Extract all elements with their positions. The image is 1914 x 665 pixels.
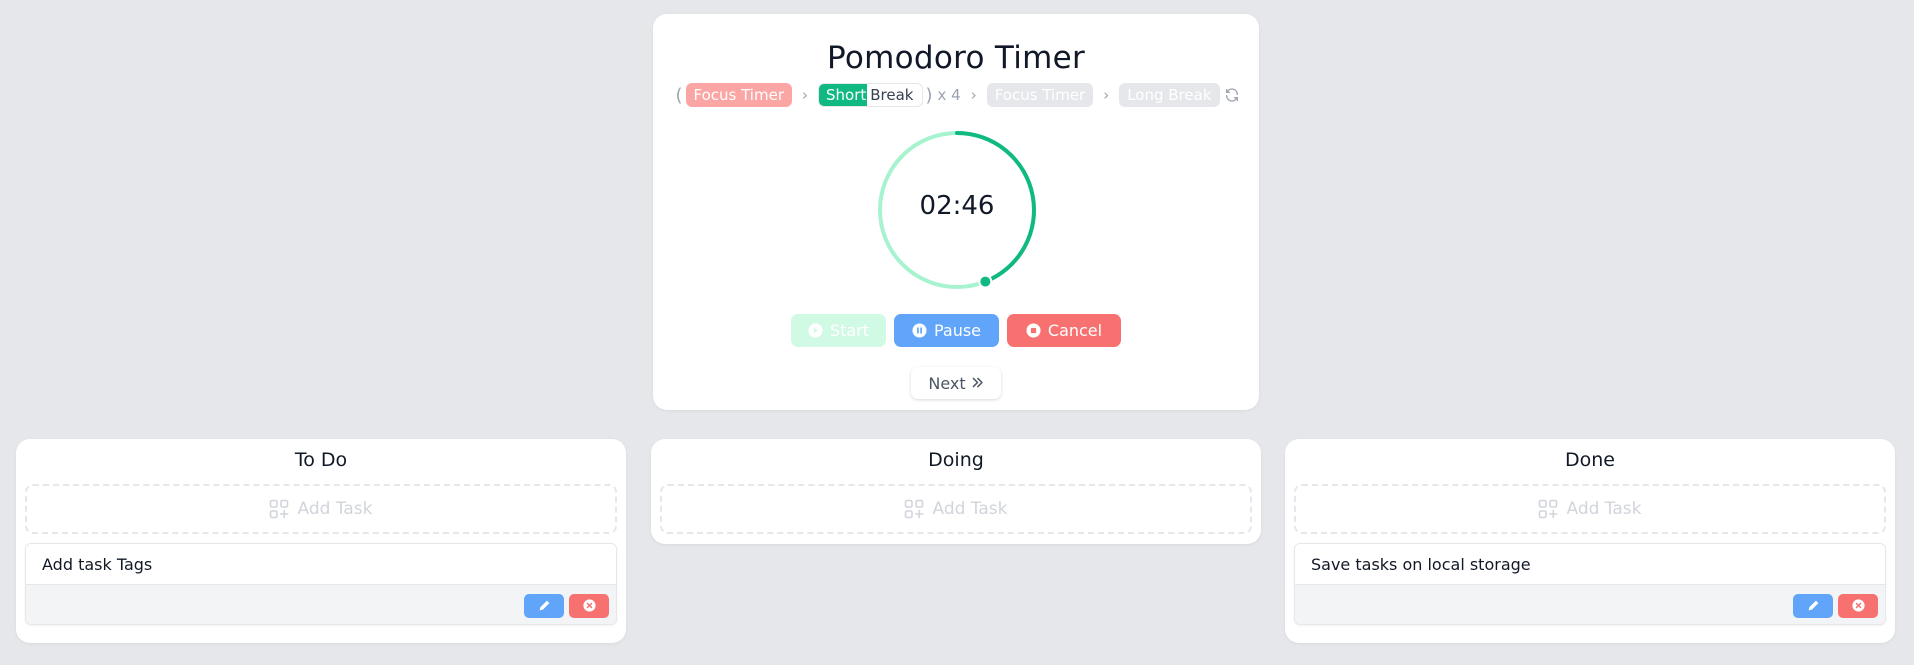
edit-task-button[interactable]	[524, 593, 564, 618]
add-task-button[interactable]: Add Task	[1294, 484, 1886, 534]
phase-chip-long-break: Long Break	[1119, 83, 1220, 107]
column-title: Done	[1565, 449, 1615, 471]
add-task-label: Add Task	[297, 499, 373, 519]
column-done: Done Add Task Save tasks on local storag…	[1285, 439, 1895, 643]
add-task-button[interactable]: Add Task	[660, 484, 1252, 534]
play-circle-icon	[808, 323, 823, 338]
time-display: 02:46	[919, 191, 995, 221]
edit-task-button[interactable]	[1793, 593, 1833, 618]
refresh-icon[interactable]	[1224, 87, 1240, 103]
delete-task-button[interactable]	[1838, 593, 1878, 618]
task-card[interactable]: Save tasks on local storage	[1294, 543, 1886, 625]
start-button[interactable]: Start	[791, 314, 886, 347]
next-button[interactable]: Next	[911, 367, 1001, 399]
phase-chip-focus-timer: Focus Timer	[685, 83, 792, 107]
timer-controls: Start Pause Cancel	[653, 314, 1259, 347]
phase-separator: ›	[1103, 86, 1110, 104]
timer-title: Pomodoro Timer	[826, 40, 1086, 76]
phase-chip-break-label: Break	[870, 86, 914, 104]
phase-chip-short-label: Short	[825, 86, 867, 104]
add-task-button[interactable]: Add Task	[25, 484, 617, 534]
add-grid-icon	[904, 499, 925, 519]
phase-repeat-count: x 4	[937, 86, 961, 104]
column-title: Doing	[928, 449, 984, 471]
close-circle-icon	[582, 599, 596, 612]
add-task-label: Add Task	[1566, 499, 1642, 519]
pencil-icon	[539, 600, 549, 611]
add-grid-icon	[269, 499, 290, 519]
add-grid-icon	[1538, 499, 1559, 519]
phase-separator: ›	[801, 86, 808, 104]
phase-open-paren: (	[675, 84, 683, 106]
phase-chip-focus-timer-2: Focus Timer	[986, 83, 1094, 107]
start-button-label: Start	[829, 321, 870, 340]
phase-close-paren: )	[925, 84, 933, 106]
column-doing: Doing Add Task	[651, 439, 1261, 544]
phase-separator: ›	[970, 86, 977, 104]
task-text: Add task Tags	[26, 544, 616, 584]
stop-circle-icon	[1026, 323, 1041, 338]
ring-progress-dot	[978, 274, 993, 289]
next-button-label: Next	[928, 373, 966, 393]
task-actions	[1295, 584, 1885, 624]
add-task-label: Add Task	[932, 499, 1008, 519]
pomodoro-timer-card: Pomodoro Timer ( Focus Timer › Short Bre…	[653, 14, 1259, 410]
pause-button[interactable]: Pause	[894, 314, 999, 347]
task-actions	[26, 584, 616, 624]
phase-sequence: ( Focus Timer › Short Break ) x 4 › Focu…	[653, 82, 1259, 108]
delete-task-button[interactable]	[569, 593, 609, 618]
timer-progress-ring: 02:46	[875, 128, 1039, 292]
chevrons-right-icon	[971, 374, 984, 393]
cancel-button-label: Cancel	[1047, 321, 1103, 340]
task-text: Save tasks on local storage	[1295, 544, 1885, 584]
pause-circle-icon	[912, 323, 927, 338]
pause-button-label: Pause	[933, 321, 982, 340]
phase-chip-short-break: Short Break	[817, 83, 923, 107]
pencil-icon	[1808, 600, 1818, 611]
cancel-button[interactable]: Cancel	[1007, 314, 1121, 347]
task-card[interactable]: Add task Tags	[25, 543, 617, 625]
column-todo: To Do Add Task Add task Tags	[16, 439, 626, 643]
column-title: To Do	[294, 449, 348, 471]
close-circle-icon	[1851, 599, 1865, 612]
